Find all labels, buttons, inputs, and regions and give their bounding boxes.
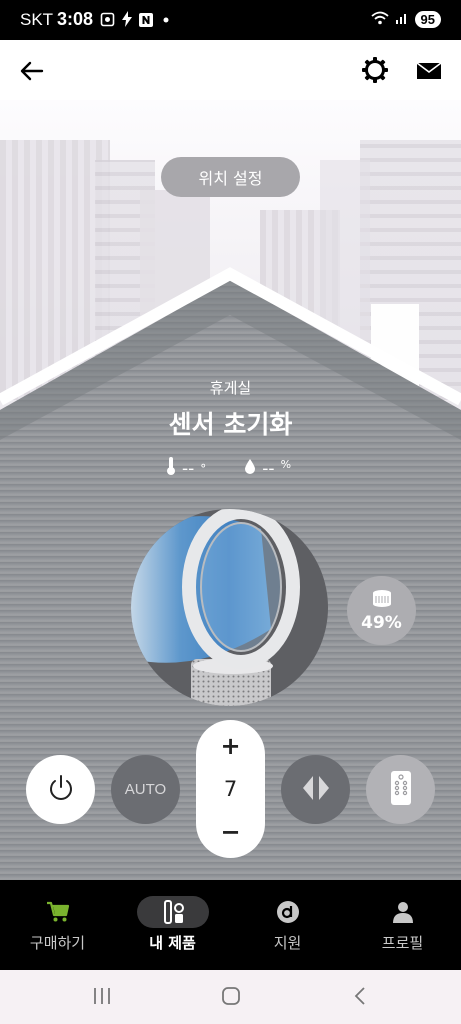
room-scene: 위치 설정 휴게실 센서 초기화 -- ° -- % 49% AUTO + 7 … xyxy=(0,100,461,880)
auto-mode-button[interactable]: AUTO xyxy=(111,755,180,824)
speed-decrease-button[interactable]: − xyxy=(220,820,240,844)
oscillation-button[interactable] xyxy=(281,755,350,824)
system-navigation-bar xyxy=(0,970,461,1024)
remote-control-button[interactable] xyxy=(366,755,435,824)
dot-icon xyxy=(159,12,173,31)
sensor-readings: -- ° -- % xyxy=(166,456,291,481)
oscillation-icon xyxy=(300,773,332,807)
nav-item-profile[interactable]: 프로필 xyxy=(345,880,460,970)
power-button[interactable] xyxy=(26,755,95,824)
fan-product-image xyxy=(131,509,300,706)
signal-icon xyxy=(395,10,409,29)
nav-item-shop[interactable]: 구매하기 xyxy=(0,880,115,970)
back-nav-icon[interactable] xyxy=(352,986,368,1010)
battery-badge: 95 xyxy=(414,11,441,28)
temperature-value: -- xyxy=(182,458,195,479)
remote-icon xyxy=(390,770,412,810)
filter-life-value: 49% xyxy=(361,612,402,633)
location-setting-button[interactable]: 위치 설정 xyxy=(161,157,300,197)
filter-status-button[interactable]: 49% xyxy=(347,576,416,645)
status-bar: SKT 3:08 95 xyxy=(0,0,461,40)
app-bar xyxy=(0,40,461,100)
nav-label: 프로필 xyxy=(381,934,424,952)
nav-label: 구매하기 xyxy=(29,934,86,952)
fan-speed-control: + 7 − xyxy=(196,720,265,858)
charging-icon xyxy=(121,11,133,31)
device-status: 센서 초기화 xyxy=(168,410,293,439)
settings-gear-icon[interactable] xyxy=(361,56,389,84)
recent-apps-icon[interactable] xyxy=(92,986,112,1010)
power-icon xyxy=(46,773,76,807)
nav-label: 내 제품 xyxy=(149,934,196,952)
bottom-navigation: 구매하기 내 제품 지원 프로필 xyxy=(0,880,461,970)
home-icon[interactable] xyxy=(221,986,241,1010)
humidity-drop-icon xyxy=(244,458,256,479)
carrier-label: SKT xyxy=(20,10,54,29)
speed-increase-button[interactable]: + xyxy=(220,734,240,758)
status-time: 3:08 xyxy=(57,9,94,29)
humidity-value: -- xyxy=(262,458,275,479)
profile-icon xyxy=(391,896,415,928)
thermometer-icon xyxy=(166,456,176,481)
screenshot-icon xyxy=(100,12,115,31)
my-products-icon xyxy=(136,896,209,928)
wifi-icon xyxy=(370,10,389,29)
mail-icon[interactable] xyxy=(416,60,442,82)
humidity-reading: -- % xyxy=(244,458,291,479)
humidity-unit: % xyxy=(280,458,292,471)
status-right: 95 xyxy=(370,10,441,29)
naver-icon xyxy=(139,12,153,31)
support-icon xyxy=(276,896,300,928)
filter-icon xyxy=(371,589,393,611)
speed-value: 7 xyxy=(223,777,238,801)
cart-icon xyxy=(46,896,70,928)
temperature-unit: ° xyxy=(200,461,207,476)
nav-item-support[interactable]: 지원 xyxy=(230,880,345,970)
nav-label: 지원 xyxy=(273,934,302,952)
room-name: 휴게실 xyxy=(209,379,252,397)
nav-item-my-products[interactable]: 내 제품 xyxy=(115,880,230,970)
product-image-circle[interactable] xyxy=(131,509,328,706)
temperature-reading: -- ° xyxy=(166,456,206,481)
back-arrow-icon[interactable] xyxy=(18,57,46,85)
status-icons xyxy=(100,11,173,31)
